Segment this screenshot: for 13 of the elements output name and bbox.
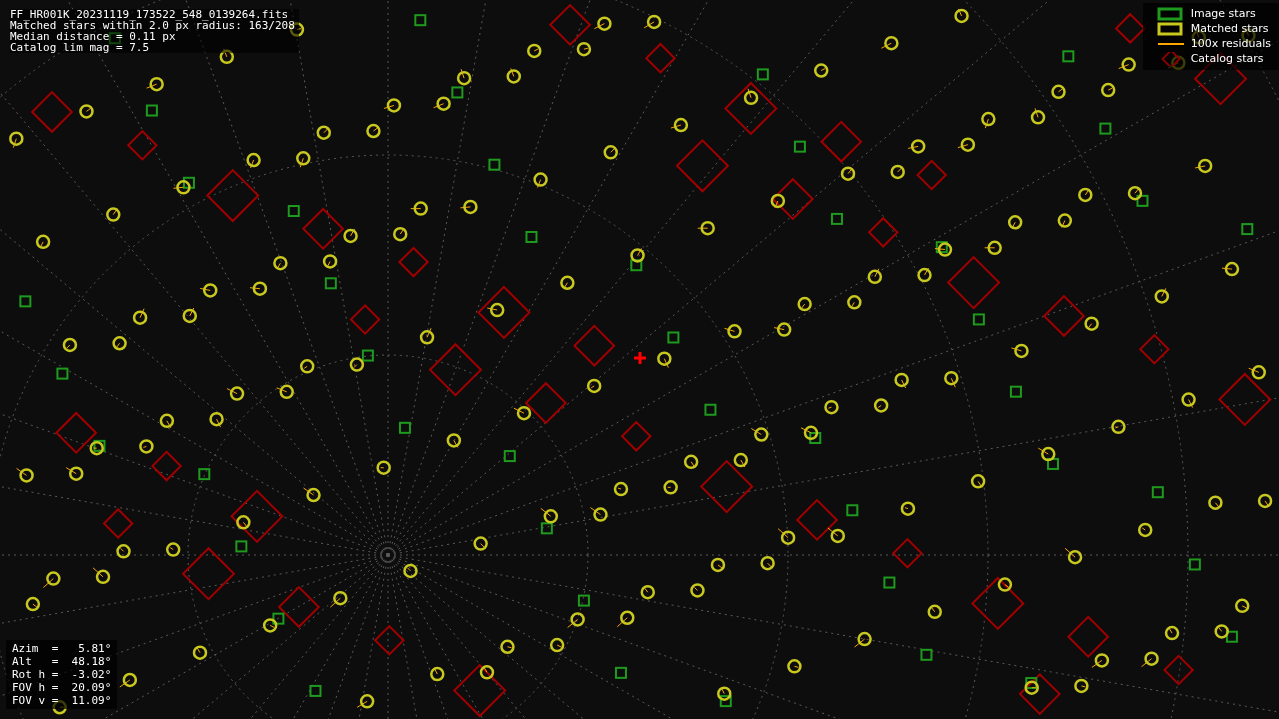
info-text: Matched stars within 2.0 px radius: 163/208 bbox=[10, 20, 295, 31]
info-text: FF_HR001K_20231119_173522_548_0139264.fits bbox=[10, 9, 290, 20]
legend-label: Image stars bbox=[1190, 7, 1256, 21]
legend-label: Catalog stars bbox=[1190, 52, 1264, 66]
legend-label: Matched stars bbox=[1190, 22, 1269, 36]
pointing-text: FOV v = 11.09° bbox=[12, 694, 112, 707]
legend-label: 100x residuals bbox=[1190, 37, 1271, 51]
pointing-text: Alt = 48.18° bbox=[12, 655, 112, 668]
pointing-text: Azim = 5.81° bbox=[12, 642, 112, 655]
info-text: Catalog lim mag = 7.5 bbox=[10, 42, 151, 53]
pointing-text: FOV h = 20.09° bbox=[12, 681, 112, 694]
info-text: Median distance = 0.11 px bbox=[10, 31, 176, 42]
pointing-text: Rot h = -3.02° bbox=[12, 668, 112, 681]
